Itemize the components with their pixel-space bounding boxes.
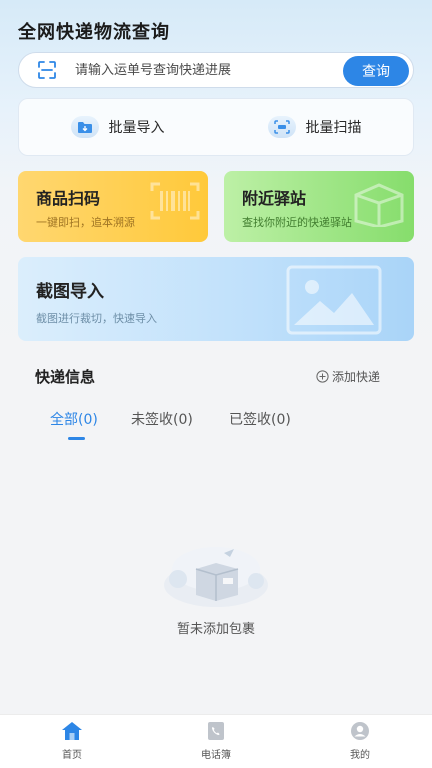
nav-me-label: 我的 bbox=[350, 750, 370, 761]
scan-code-icon[interactable] bbox=[37, 60, 57, 80]
screenshot-import-card[interactable]: 截图导入 截图进行裁切，快速导入 bbox=[18, 257, 414, 341]
screenshot-import-title: 截图导入 bbox=[36, 282, 104, 302]
add-express-link[interactable]: 添加快递 bbox=[316, 368, 380, 385]
batch-scan-label: 批量扫描 bbox=[305, 120, 362, 136]
search-bar[interactable]: 查询 bbox=[18, 52, 414, 88]
nav-home[interactable]: 首页 bbox=[32, 721, 112, 761]
parcel-box-icon bbox=[354, 183, 404, 227]
profile-icon bbox=[351, 722, 369, 740]
nearby-station-card[interactable]: 附近驿站 查找你附近的快递驿站 bbox=[224, 171, 414, 242]
batch-import-button[interactable]: 批量导入 bbox=[19, 99, 216, 155]
empty-box-illustration bbox=[164, 547, 268, 607]
nav-phone-book[interactable]: 电话簿 bbox=[176, 721, 256, 761]
product-scan-title: 商品扫码 bbox=[36, 189, 101, 208]
bottom-nav: 首页 电话簿 我的 bbox=[0, 714, 432, 768]
tab-unsigned[interactable]: 未签收(0) bbox=[131, 409, 193, 429]
nearby-station-subtitle: 查找你附近的快递驿站 bbox=[242, 216, 352, 229]
product-scan-card[interactable]: 商品扫码 一键即扫，追本溯源 bbox=[18, 171, 208, 242]
nav-me[interactable]: 我的 bbox=[320, 721, 400, 761]
image-icon bbox=[286, 265, 382, 335]
nav-phone-book-label: 电话簿 bbox=[201, 750, 231, 761]
query-button[interactable]: 查询 bbox=[343, 56, 409, 86]
nearby-station-title: 附近驿站 bbox=[242, 189, 307, 208]
add-circle-icon bbox=[316, 370, 329, 383]
phone-book-icon bbox=[208, 722, 224, 740]
product-scan-subtitle: 一键即扫，追本溯源 bbox=[36, 216, 135, 229]
home-screen: 全网快递物流查询 查询 批量导入 批量扫描 bbox=[0, 0, 432, 768]
home-icon bbox=[62, 722, 82, 740]
tracking-number-input[interactable] bbox=[75, 62, 325, 78]
screenshot-import-subtitle: 截图进行裁切，快速导入 bbox=[36, 312, 157, 325]
empty-state-text: 暂未添加包裹 bbox=[176, 622, 255, 637]
active-tab-indicator bbox=[68, 437, 85, 440]
tab-all[interactable]: 全部(0) bbox=[50, 409, 98, 429]
add-express-label: 添加快递 bbox=[332, 370, 381, 384]
batch-actions-card: 批量导入 批量扫描 bbox=[18, 98, 414, 156]
batch-scan-button[interactable]: 批量扫描 bbox=[216, 99, 413, 155]
app-title: 全网快递物流查询 bbox=[18, 22, 170, 43]
express-filter-tabs: 全部(0) 未签收(0) 已签收(0) bbox=[0, 409, 432, 445]
import-icon bbox=[70, 116, 99, 138]
scan-icon bbox=[267, 116, 296, 138]
batch-import-label: 批量导入 bbox=[108, 120, 165, 136]
tab-signed[interactable]: 已签收(0) bbox=[229, 409, 291, 429]
nav-home-label: 首页 bbox=[62, 750, 82, 761]
express-info-heading: 快递信息 bbox=[35, 368, 96, 386]
barcode-icon bbox=[150, 182, 200, 220]
